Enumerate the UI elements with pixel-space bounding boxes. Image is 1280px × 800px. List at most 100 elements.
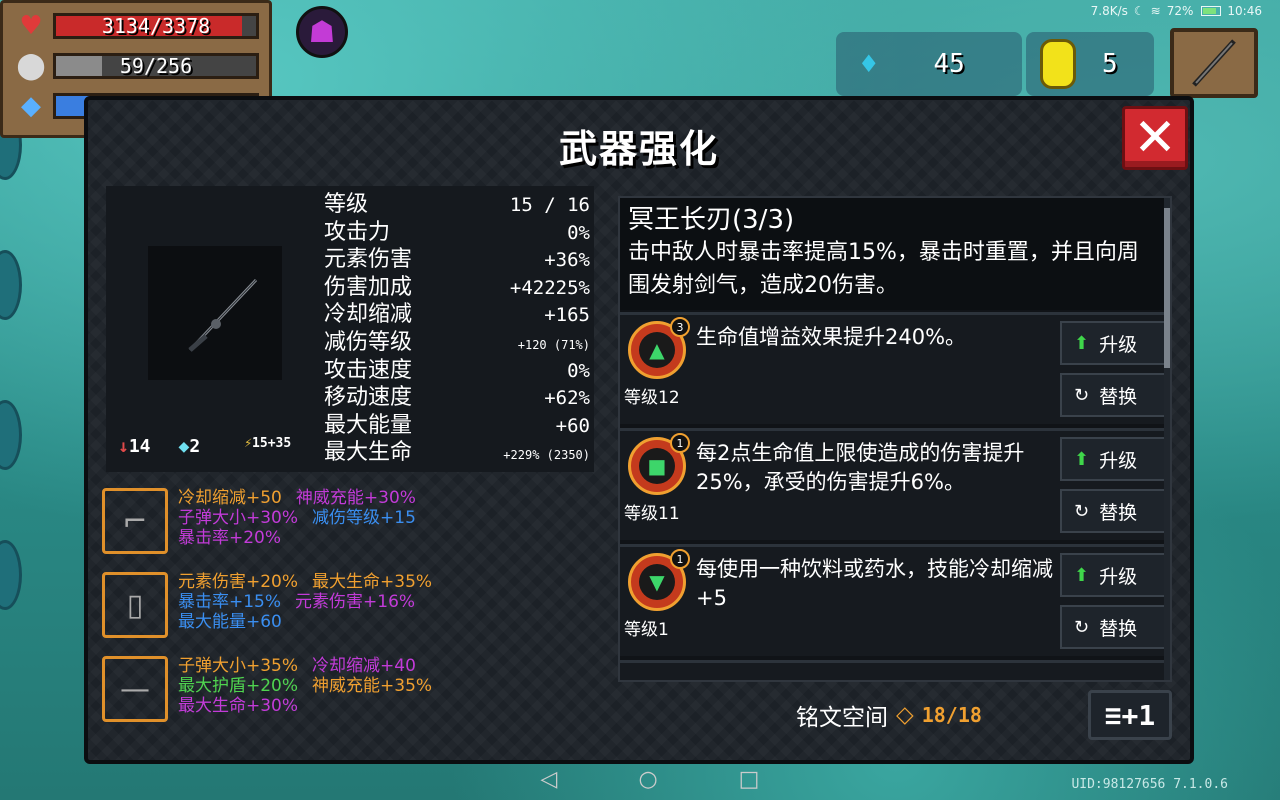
refresh-icon: ↻ bbox=[1074, 384, 1090, 406]
perk-tier-badge: 3 bbox=[670, 317, 690, 337]
home-icon[interactable]: ○ bbox=[638, 767, 657, 792]
perk-description: 每使用一种饮料或药水，技能冷却缩减+5 bbox=[696, 557, 1053, 610]
energy-icon: ◆ bbox=[21, 91, 41, 121]
armor-value: 59/256 bbox=[119, 54, 193, 78]
inscription-effect: 最大生命+30% bbox=[178, 696, 299, 716]
inscription-effects: 冷却缩减+50 神威充能+30% 子弹大小+30% 减伤等级+15 暴击率+20% bbox=[178, 488, 430, 548]
upgrade-button[interactable]: ⬆ 升级 bbox=[1060, 553, 1168, 597]
weapon-stat-value: +36% bbox=[544, 249, 590, 272]
wifi-icon: ≋ bbox=[1150, 4, 1161, 18]
inscription-row[interactable]: ▯ 元素伤害+20% 最大生命+35% 暴击率+15% 元素伤害+16% 最大能量+60 bbox=[102, 572, 592, 638]
inscription-row[interactable]: — 子弹大小+35% 冷却缩减+40 最大护盾+20% 神威充能+35% 最大生命+30% bbox=[102, 656, 592, 722]
sword-icon bbox=[1192, 39, 1236, 87]
weapon-stat-row: 冷却缩减 +165 bbox=[324, 296, 590, 327]
inscription-slot[interactable]: — bbox=[102, 656, 168, 722]
upgrade-button[interactable]: ⬆ 升级 bbox=[1060, 321, 1168, 365]
perk-row-partial bbox=[620, 660, 1168, 680]
rune-space-count: 18/18 bbox=[921, 703, 982, 727]
back-icon[interactable]: ◁ bbox=[541, 767, 558, 792]
weapon-image bbox=[148, 246, 282, 380]
perk-row: ▲ 3 等级12 生命值增益效果提升240%。 ⬆ 升级 ↻ 替换 bbox=[620, 312, 1168, 424]
perk-level: 等级1 bbox=[624, 620, 669, 640]
damage-stat: ↓14 bbox=[118, 436, 151, 457]
weapon-stat-value: +120 (71%) bbox=[517, 337, 590, 352]
perk-tier-badge: 1 bbox=[670, 549, 690, 569]
crit-stat: ⚡15+35 bbox=[244, 436, 292, 451]
inscription-effect: 冷却缩减+40 bbox=[312, 656, 416, 676]
recents-icon[interactable]: □ bbox=[739, 767, 760, 792]
perk-level: 等级12 bbox=[624, 388, 680, 408]
perk-tier-badge: 1 bbox=[670, 433, 690, 453]
rune-diamond-icon: ◇ bbox=[896, 702, 914, 728]
refresh-icon: ↻ bbox=[1074, 616, 1090, 638]
weapon-stat-row: 移动速度 +62% bbox=[324, 379, 590, 410]
expand-slot-button[interactable]: ≡+1 bbox=[1088, 690, 1172, 740]
hp-bar: 3134/3378 bbox=[53, 13, 259, 39]
inscription-effect: 神威充能+30% bbox=[295, 488, 416, 508]
boss-helmet-icon[interactable]: ☗ bbox=[296, 6, 348, 58]
weapon-stats-list: 等级 15 / 16 攻击力 0% 元素伤害 +36% 伤害加成 +42225% 冷却缩减 +16… bbox=[324, 186, 590, 465]
perk-level: 等级11 bbox=[624, 504, 680, 524]
weapon-stat-value: 0% bbox=[567, 359, 590, 382]
close-button[interactable]: ✕ bbox=[1122, 106, 1188, 170]
inscription-effect: 最大能量+60 bbox=[178, 612, 282, 632]
weapon-stat-value: +62% bbox=[544, 387, 590, 410]
damage-icon: ↓ bbox=[118, 436, 129, 457]
perk-row: ■ 1 等级11 每2点生命值上限使造成的伤害提升25%，承受的伤害提升6%。 ⬆ 升级 ↻… bbox=[620, 428, 1168, 540]
replace-label: 替换 bbox=[1099, 617, 1138, 640]
weapon-stat-row: 攻击力 0% bbox=[324, 214, 590, 245]
coin-icon bbox=[1040, 39, 1076, 89]
hp-value: 3134/3378 bbox=[101, 14, 211, 38]
rune-space: 铭文空间 ◇ 18/18 bbox=[796, 698, 982, 732]
shield-icon: ⬤ bbox=[16, 51, 46, 81]
replace-button[interactable]: ↻ 替换 bbox=[1060, 605, 1168, 649]
weapon-stat-label: 最大生命 bbox=[324, 440, 413, 466]
user-id: UID:98127656 7.1.0.6 bbox=[1071, 777, 1228, 792]
coin-counter: 5 bbox=[1026, 32, 1154, 96]
gem-count: 45 bbox=[933, 49, 965, 79]
upgrade-button[interactable]: ⬆ 升级 bbox=[1060, 437, 1168, 481]
coin-count: 5 bbox=[1102, 49, 1118, 79]
inscription-effect: 子弹大小+35% bbox=[178, 656, 299, 676]
rune-item-icon: ⌐ bbox=[122, 503, 148, 539]
inscription-slot[interactable]: ▯ bbox=[102, 572, 168, 638]
upgrade-label: 升级 bbox=[1099, 333, 1138, 356]
replace-button[interactable]: ↻ 替换 bbox=[1060, 489, 1168, 533]
heart-icon: ♥ bbox=[19, 11, 43, 41]
dialog-title: 武器强化 bbox=[558, 127, 719, 171]
skill-panel[interactable]: 冥王长刃(3/3) 击中敌人时暴击率提高15%，暴击时重置，并且向周围发射剑气，… bbox=[618, 196, 1172, 682]
weapon-stat-row: 减伤等级 +120 (71%) bbox=[324, 324, 590, 355]
weapon-stat-row: 最大生命 +229% (2350) bbox=[324, 434, 590, 465]
weapon-stat-row: 元素伤害 +36% bbox=[324, 241, 590, 272]
weapon-info-panel: 等级 15 / 16 攻击力 0% 元素伤害 +36% 伤害加成 +42225% 冷却缩减 +16… bbox=[106, 186, 594, 472]
inscription-effect: 最大护盾+20% bbox=[178, 676, 299, 696]
replace-button[interactable]: ↻ 替换 bbox=[1060, 373, 1168, 417]
battery-icon bbox=[1201, 6, 1222, 16]
weapon-stat-row: 最大能量 +60 bbox=[324, 407, 590, 438]
moon-icon: ☾ bbox=[1133, 4, 1145, 18]
inscription-effect: 暴击率+15% bbox=[178, 592, 282, 612]
perk-row: ▼ 1 等级1 每使用一种饮料或药水，技能冷却缩减+5 ⬆ 升级 ↻ 替换 bbox=[620, 544, 1168, 656]
weapon-stat-value: +60 bbox=[555, 414, 590, 437]
scrollbar-thumb[interactable] bbox=[1164, 208, 1170, 368]
inscription-effect: 最大生命+35% bbox=[312, 572, 433, 592]
rune-item-icon: ▯ bbox=[126, 587, 144, 623]
rune-item-icon: — bbox=[120, 671, 150, 707]
diamond-icon: ◆ bbox=[178, 436, 190, 457]
inscription-row[interactable]: ⌐ 冷却缩减+50 神威充能+30% 子弹大小+30% 减伤等级+15 暴击率+20% bbox=[102, 488, 592, 554]
scrollbar[interactable] bbox=[1164, 198, 1170, 680]
network-speed: 7.8K/s bbox=[1090, 4, 1128, 18]
arrow-up-icon: ⬆ bbox=[1074, 332, 1090, 354]
perk-description: 生命值增益效果提升240%。 bbox=[696, 325, 967, 349]
weapon-stat-row: 等级 15 / 16 bbox=[324, 186, 590, 217]
inscription-effect: 暴击率+20% bbox=[178, 528, 282, 548]
replace-label: 替换 bbox=[1099, 501, 1138, 524]
armor-bar: 59/256 bbox=[53, 53, 259, 79]
crit-icon: ⚡ bbox=[244, 436, 253, 451]
equipped-weapon-slot[interactable] bbox=[1170, 28, 1258, 98]
arrow-up-icon: ⬆ bbox=[1074, 564, 1090, 586]
blue-flame-icon: ♦ bbox=[858, 50, 880, 78]
weapon-stat-value: 0% bbox=[567, 221, 590, 244]
upgrade-label: 升级 bbox=[1099, 449, 1138, 472]
inscription-slot[interactable]: ⌐ bbox=[102, 488, 168, 554]
